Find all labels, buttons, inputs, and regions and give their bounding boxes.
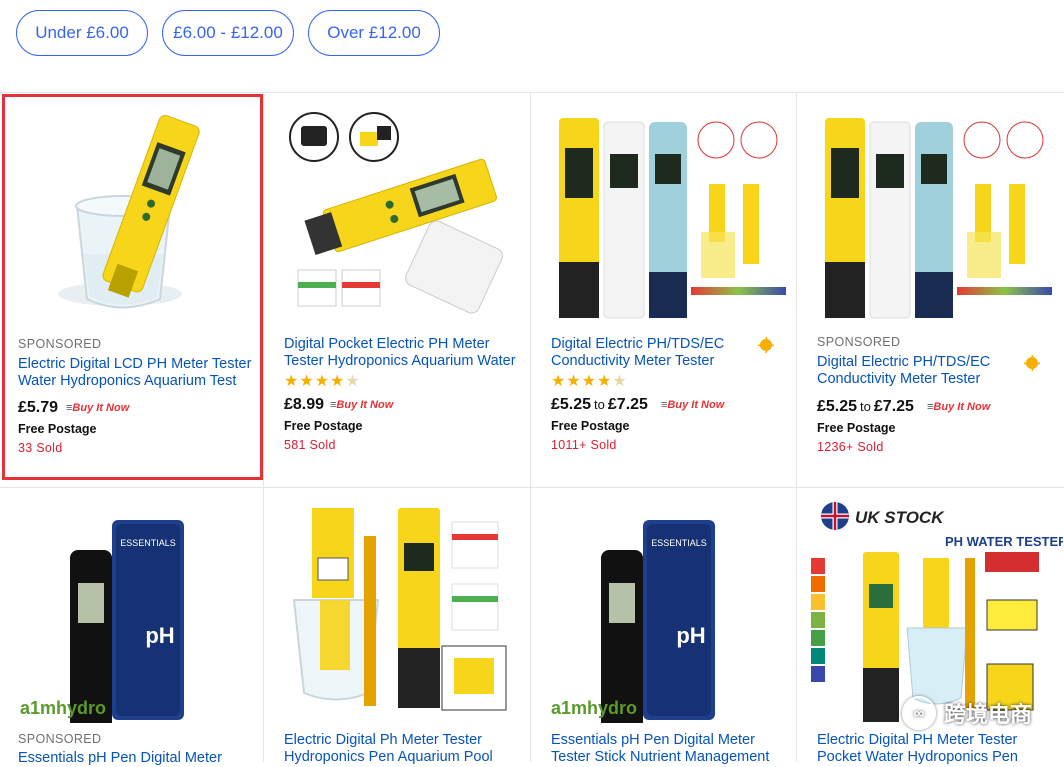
product-price-range: £5.25 to £7.25 <box>551 396 648 413</box>
product-price: £5.79 <box>18 399 59 416</box>
shipping-info: Free Postage <box>18 422 97 436</box>
buy-it-now-badge: ≡Buy It Now <box>66 402 130 414</box>
product-image[interactable] <box>2 94 263 329</box>
sold-count: 33 Sold <box>18 441 63 455</box>
box-label: ESSENTIALS <box>120 538 176 548</box>
star-rating: ★★★★★ <box>551 373 628 390</box>
product-image[interactable]: ESSENTIALS pH a1mhydro <box>531 488 797 723</box>
product-image[interactable] <box>264 488 530 723</box>
star-rating: ★★★★★ <box>284 373 361 390</box>
buy-it-now-badge: ≡Buy It Now <box>661 399 725 411</box>
product-price: £8.99 <box>284 396 325 413</box>
ph-water-tester-label: PH WATER TESTER <box>945 534 1063 549</box>
product-title[interactable]: Digital Electric PH/TDS/EC Conductivity … <box>551 336 786 370</box>
product-image[interactable] <box>531 92 797 327</box>
chat-bubble-icon: ∞ <box>901 696 936 730</box>
product-image[interactable] <box>264 92 530 327</box>
brand-logo: a1mhydro <box>20 698 106 718</box>
shipping-info: Free Postage <box>817 421 896 435</box>
product-image[interactable]: ESSENTIALS pH a1mhydro <box>0 488 266 723</box>
shipping-info: Free Postage <box>551 419 630 433</box>
filter-over-12[interactable]: Over £12.00 <box>308 10 440 56</box>
buy-it-now-badge: ≡Buy It Now <box>330 399 394 411</box>
box-label: ESSENTIALS <box>651 538 707 548</box>
product-title[interactable]: Digital Pocket Electric PH Meter Tester … <box>284 336 519 370</box>
product-image[interactable]: UK STOCK PH WATER TESTER <box>797 488 1063 723</box>
product-title[interactable]: Electric Digital LCD PH Meter Tester Wat… <box>18 356 253 390</box>
sold-count: 581 Sold <box>284 438 336 452</box>
product-card[interactable]: ESSENTIALS pH a1mhydro Essentials pH Pen… <box>531 488 797 765</box>
product-title[interactable]: Essentials pH Pen Digital Meter <box>18 750 253 767</box>
product-image[interactable] <box>797 92 1063 327</box>
price-filter-bar: Under £6.00 £6.00 - £12.00 Over £12.00 <box>0 0 1064 80</box>
sponsored-label: SPONSORED <box>18 337 102 351</box>
svg-text:pH: pH <box>145 623 174 648</box>
watermark: ∞ 跨境电商 <box>901 696 1032 730</box>
shipping-info: Free Postage <box>284 419 363 433</box>
top-rated-seller-icon <box>757 336 775 354</box>
svg-text:pH: pH <box>676 623 705 648</box>
product-card[interactable]: Digital Electric PH/TDS/EC Conductivity … <box>531 92 796 487</box>
sold-count: 1236+ Sold <box>817 440 884 454</box>
brand-logo: a1mhydro <box>551 698 637 718</box>
product-title[interactable]: Electric Digital PH Meter Tester Pocket … <box>817 732 1052 766</box>
watermark-text: 跨境电商 <box>943 702 1032 727</box>
product-card[interactable]: Electric Digital Ph Meter Tester Hydropo… <box>264 488 530 765</box>
filter-6-to-12[interactable]: £6.00 - £12.00 <box>162 10 294 56</box>
buy-it-now-badge: ≡Buy It Now <box>927 401 991 413</box>
product-card[interactable]: SPONSORED Electric Digital LCD PH Meter … <box>2 94 263 480</box>
product-card[interactable]: SPONSORED Digital Electric PH/TDS/EC Con… <box>797 92 1064 487</box>
uk-stock-label: UK STOCK <box>855 508 945 527</box>
sold-count: 1011+ Sold <box>551 438 617 452</box>
top-rated-seller-icon <box>1023 354 1041 372</box>
sponsored-label: SPONSORED <box>18 732 102 746</box>
product-card[interactable]: ESSENTIALS pH a1mhydro SPONSORED Essenti… <box>0 488 266 766</box>
sponsored-label: SPONSORED <box>817 335 901 349</box>
product-card[interactable]: Digital Pocket Electric PH Meter Tester … <box>264 92 530 487</box>
product-price-range: £5.25 to £7.25 <box>817 398 914 415</box>
product-title[interactable]: Electric Digital Ph Meter Tester Hydropo… <box>284 732 519 766</box>
product-title[interactable]: Essentials pH Pen Digital Meter Tester S… <box>551 732 786 766</box>
product-title[interactable]: Digital Electric PH/TDS/EC Conductivity … <box>817 354 1052 388</box>
filter-under-6[interactable]: Under £6.00 <box>16 10 148 56</box>
